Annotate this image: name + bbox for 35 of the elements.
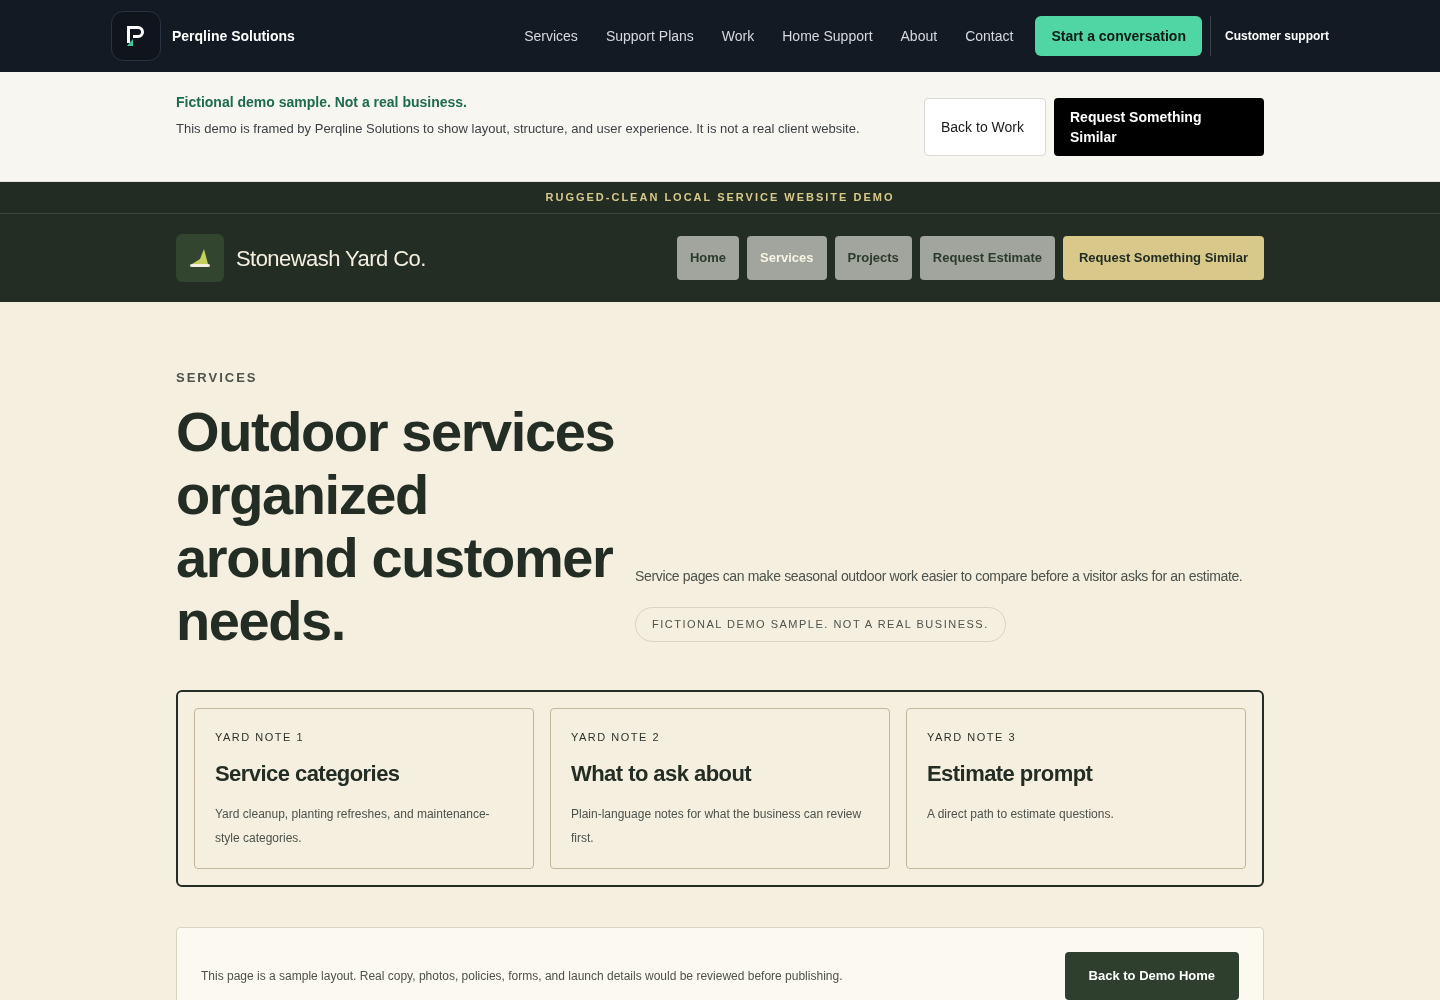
nav-link[interactable]: Home Support: [782, 25, 873, 47]
note-text: A direct path to estimate questions.: [927, 806, 1115, 823]
demo-nav-link[interactable]: Home: [676, 236, 740, 280]
nav-link[interactable]: Work: [721, 25, 755, 47]
demo-home-button[interactable]: Back to Demo Home: [1064, 951, 1239, 1000]
hero-heading: Outdoor services organized around customer needs.: [176, 399, 616, 652]
note-text: Yard cleanup, planting refreshes, and maintenance-style categories.: [215, 806, 491, 847]
demo-nav-link[interactable]: Request Estimate: [919, 236, 1055, 280]
logo-icon[interactable]: [111, 11, 161, 61]
nav-link[interactable]: About: [900, 25, 938, 47]
eyebrow: SERVICES: [176, 369, 259, 387]
note-label: YARD NOTE 2: [571, 729, 662, 745]
demo-strip: RUGGED-CLEAN LOCAL SERVICE WEBSITE DEMO: [0, 182, 1440, 214]
nav-link[interactable]: Contact: [965, 25, 1014, 47]
support-link[interactable]: Customer support: [1225, 27, 1329, 45]
demo-brand[interactable]: Stonewash Yard Co.: [236, 241, 426, 275]
logo-icon[interactable]: [176, 234, 224, 282]
brand-name[interactable]: Perqline Solutions: [172, 25, 295, 47]
demo-cta-button[interactable]: Request Something Similar: [1062, 236, 1264, 280]
note-label: YARD NOTE 3: [927, 729, 1018, 745]
note-label: YARD NOTE 1: [215, 729, 306, 745]
notice-text: This demo is framed by Perqline Solutions to show layout, structure, and user experience. It is not a real client website.: [176, 120, 861, 138]
demo-nav-link[interactable]: Projects: [834, 236, 912, 280]
note-title: Service categories: [215, 760, 401, 788]
footer-text: This page is a sample layout. Real copy, photos, policies, forms, and launch details would be reviewed before publishing.: [201, 967, 843, 985]
hero-text: Service pages can make seasonal outdoor work easier to compare before a visitor asks for an estimate.: [635, 567, 1243, 586]
request-button[interactable]: Request Something Similar: [1054, 98, 1264, 156]
nav-link[interactable]: Support Plans: [605, 25, 694, 47]
note-title: What to ask about: [571, 760, 753, 788]
notice-title: Fictional demo sample. Not a real business.: [176, 93, 468, 112]
nav-link[interactable]: Services: [524, 25, 578, 47]
note-title: Estimate prompt: [927, 760, 1094, 788]
note-text: Plain-language notes for what the business can review first.: [571, 806, 863, 847]
back-button[interactable]: Back to Work: [924, 98, 1046, 156]
cta-button[interactable]: Start a conversation: [1035, 16, 1202, 56]
